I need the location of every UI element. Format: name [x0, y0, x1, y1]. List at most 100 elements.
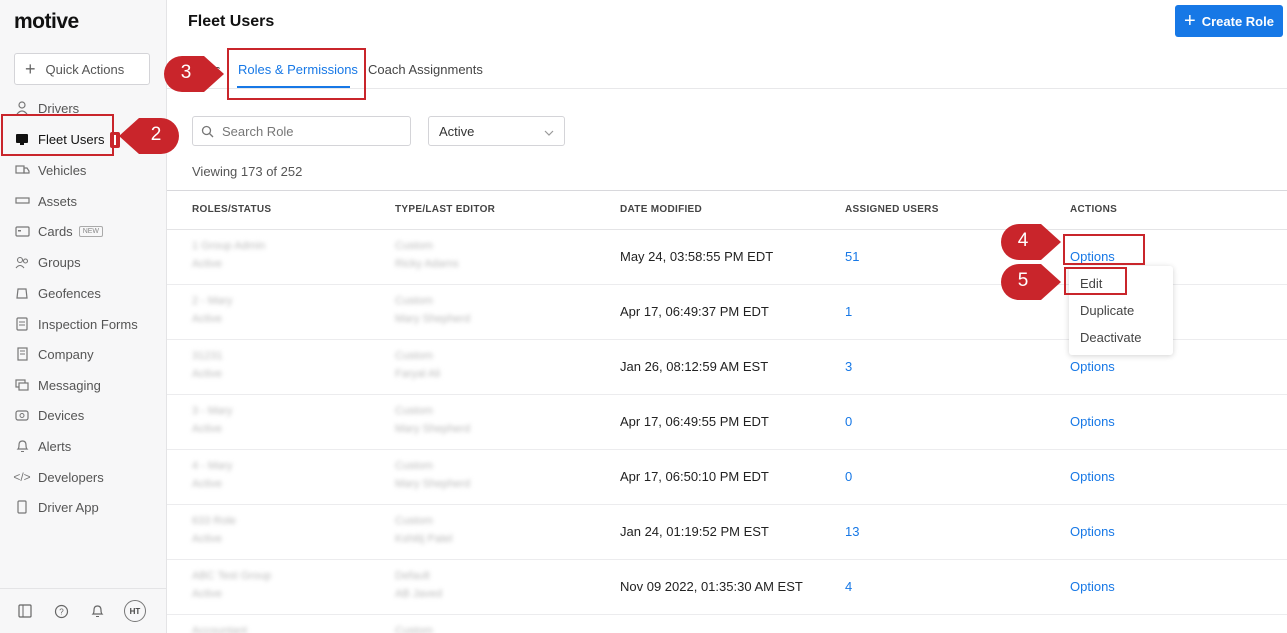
date-modified: Jan 24, 01:19:52 PM EST	[620, 524, 769, 539]
search-role-box[interactable]	[192, 116, 411, 146]
date-modified: Apr 17, 06:50:10 PM EDT	[620, 469, 769, 484]
sidebar-item-company[interactable]: Company	[0, 340, 166, 368]
sidebar-item-messaging[interactable]: Messaging	[0, 371, 166, 399]
step-number: 3	[180, 62, 192, 83]
page-title: Fleet Users	[188, 13, 275, 30]
quick-actions-button[interactable]: + Quick Actions	[14, 53, 150, 85]
sidebar-item-inspection-forms[interactable]: Inspection Forms	[0, 310, 166, 338]
step-number: 2	[150, 124, 162, 145]
search-role-input[interactable]	[222, 123, 392, 139]
status-filter-value: Active	[439, 123, 475, 139]
code-icon: </>	[13, 470, 31, 484]
role-status: Active	[192, 368, 222, 380]
role-name: 1 Group Admin	[192, 240, 266, 252]
table-header-border	[167, 190, 1287, 191]
role-type: Custom	[395, 405, 433, 417]
notifications-icon[interactable]	[88, 602, 106, 620]
help-icon[interactable]: ?	[52, 602, 70, 620]
sidebar-item-developers[interactable]: </> Developers	[0, 463, 166, 491]
sidebar-item-assets[interactable]: Assets	[0, 187, 166, 215]
assigned-users-link[interactable]: 51	[845, 249, 859, 264]
options-button[interactable]: Options	[1070, 359, 1115, 374]
plus-icon: +	[25, 59, 36, 79]
date-modified: Apr 17, 06:49:55 PM EDT	[620, 414, 769, 429]
sidebar-item-cards[interactable]: Cards NEW	[0, 217, 166, 245]
card-icon	[14, 223, 30, 239]
building-icon	[14, 346, 30, 362]
sidebar-item-label: Inspection Forms	[38, 316, 138, 332]
highlight-roles-tab	[227, 48, 366, 100]
menu-item-duplicate[interactable]: Duplicate	[1069, 297, 1173, 324]
sidebar-item-label: Assets	[38, 193, 78, 209]
role-status: Active	[192, 588, 222, 600]
sidebar-item-groups[interactable]: Groups	[0, 248, 166, 276]
last-editor: Mary Shepherd	[395, 478, 471, 490]
role-type: Custom	[395, 515, 433, 527]
role-name: ABC Test Group	[192, 570, 272, 582]
motive-logo[interactable]: motive	[14, 10, 79, 34]
sidebar-item-label: Vehicles	[38, 162, 87, 178]
sidebar-item-alerts[interactable]: Alerts	[0, 432, 166, 460]
menu-item-deactivate[interactable]: Deactivate	[1069, 324, 1173, 351]
assigned-users-link[interactable]: 0	[845, 469, 852, 484]
column-header-assigned-users[interactable]: ASSIGNED USERS	[845, 204, 939, 215]
sidebar-item-label: Geofences	[38, 285, 101, 301]
sidebar-item-label: Company	[38, 346, 94, 362]
highlight-fleet-users	[1, 114, 114, 156]
step-number: 4	[1017, 230, 1029, 251]
tab-coach-assignments[interactable]: Coach Assignments	[368, 62, 483, 77]
role-name: 31231	[192, 350, 223, 362]
assigned-users-link[interactable]: 0	[845, 414, 852, 429]
role-type: Custom	[395, 295, 433, 307]
sidebar-item-geofences[interactable]: Geofences	[0, 279, 166, 307]
new-badge: NEW	[78, 225, 104, 237]
library-icon[interactable]	[16, 602, 34, 620]
sidebar-item-devices[interactable]: Devices	[0, 401, 166, 429]
sidebar-item-driver-app[interactable]: Driver App	[0, 493, 166, 521]
role-type: Custom	[395, 625, 433, 633]
table-row: 4 - Mary Active Custom Mary Shepherd Apr…	[167, 450, 1287, 505]
svg-text:?: ?	[59, 607, 64, 616]
quick-actions-label: Quick Actions	[45, 61, 125, 77]
options-button[interactable]: Options	[1070, 524, 1115, 539]
create-role-button[interactable]: + Create Role	[1175, 5, 1283, 37]
role-name: 3 - Mary	[192, 405, 233, 417]
column-header-date-modified[interactable]: DATE MODIFIED	[620, 204, 702, 215]
create-role-label: Create Role	[1201, 13, 1274, 29]
date-modified: Apr 17, 06:49:37 PM EDT	[620, 304, 769, 319]
viewing-count: Viewing 173 of 252	[192, 164, 303, 179]
document-icon	[14, 316, 30, 332]
sidebar-item-vehicles[interactable]: Vehicles	[0, 156, 166, 184]
column-header-type-editor[interactable]: TYPE/LAST EDITOR	[395, 204, 495, 215]
table-row: ABC Test Group Active Default AB Javed N…	[167, 560, 1287, 615]
date-modified: Nov 09 2022, 01:35:30 AM EST	[620, 579, 803, 594]
options-button[interactable]: Options	[1070, 414, 1115, 429]
role-type: Custom	[395, 460, 433, 472]
options-button[interactable]: Options	[1070, 469, 1115, 484]
sidebar-footer: ? HT	[0, 588, 166, 633]
sidebar-item-label: Devices	[38, 407, 85, 423]
phone-icon	[14, 499, 30, 515]
highlight-edit	[1064, 267, 1127, 295]
last-editor: Ricky Adams	[395, 258, 459, 270]
assigned-users-link[interactable]: 3	[845, 359, 852, 374]
options-button[interactable]: Options	[1070, 579, 1115, 594]
last-editor: Mary Shepherd	[395, 423, 471, 435]
sidebar-item-label: Messaging	[38, 377, 101, 393]
assigned-users-link[interactable]: 4	[845, 579, 852, 594]
role-type: Custom	[395, 350, 433, 362]
avatar[interactable]: HT	[124, 600, 146, 622]
assigned-users-link[interactable]: 13	[845, 524, 859, 539]
assigned-users-link[interactable]: 1	[845, 304, 852, 319]
device-icon	[14, 407, 30, 423]
role-name: 2 - Mary	[192, 295, 233, 307]
last-editor: Kshitij Patel	[395, 533, 453, 545]
geofence-icon	[14, 285, 30, 301]
date-modified: Jan 26, 08:12:59 AM EST	[620, 359, 769, 374]
role-type: Default	[395, 570, 430, 582]
column-header-roles-status[interactable]: ROLES/STATUS	[192, 204, 271, 215]
sidebar-item-label: Alerts	[38, 438, 72, 454]
status-filter-select[interactable]: Active	[428, 116, 565, 146]
step-number: 5	[1017, 270, 1029, 291]
column-header-actions: ACTIONS	[1070, 204, 1118, 215]
